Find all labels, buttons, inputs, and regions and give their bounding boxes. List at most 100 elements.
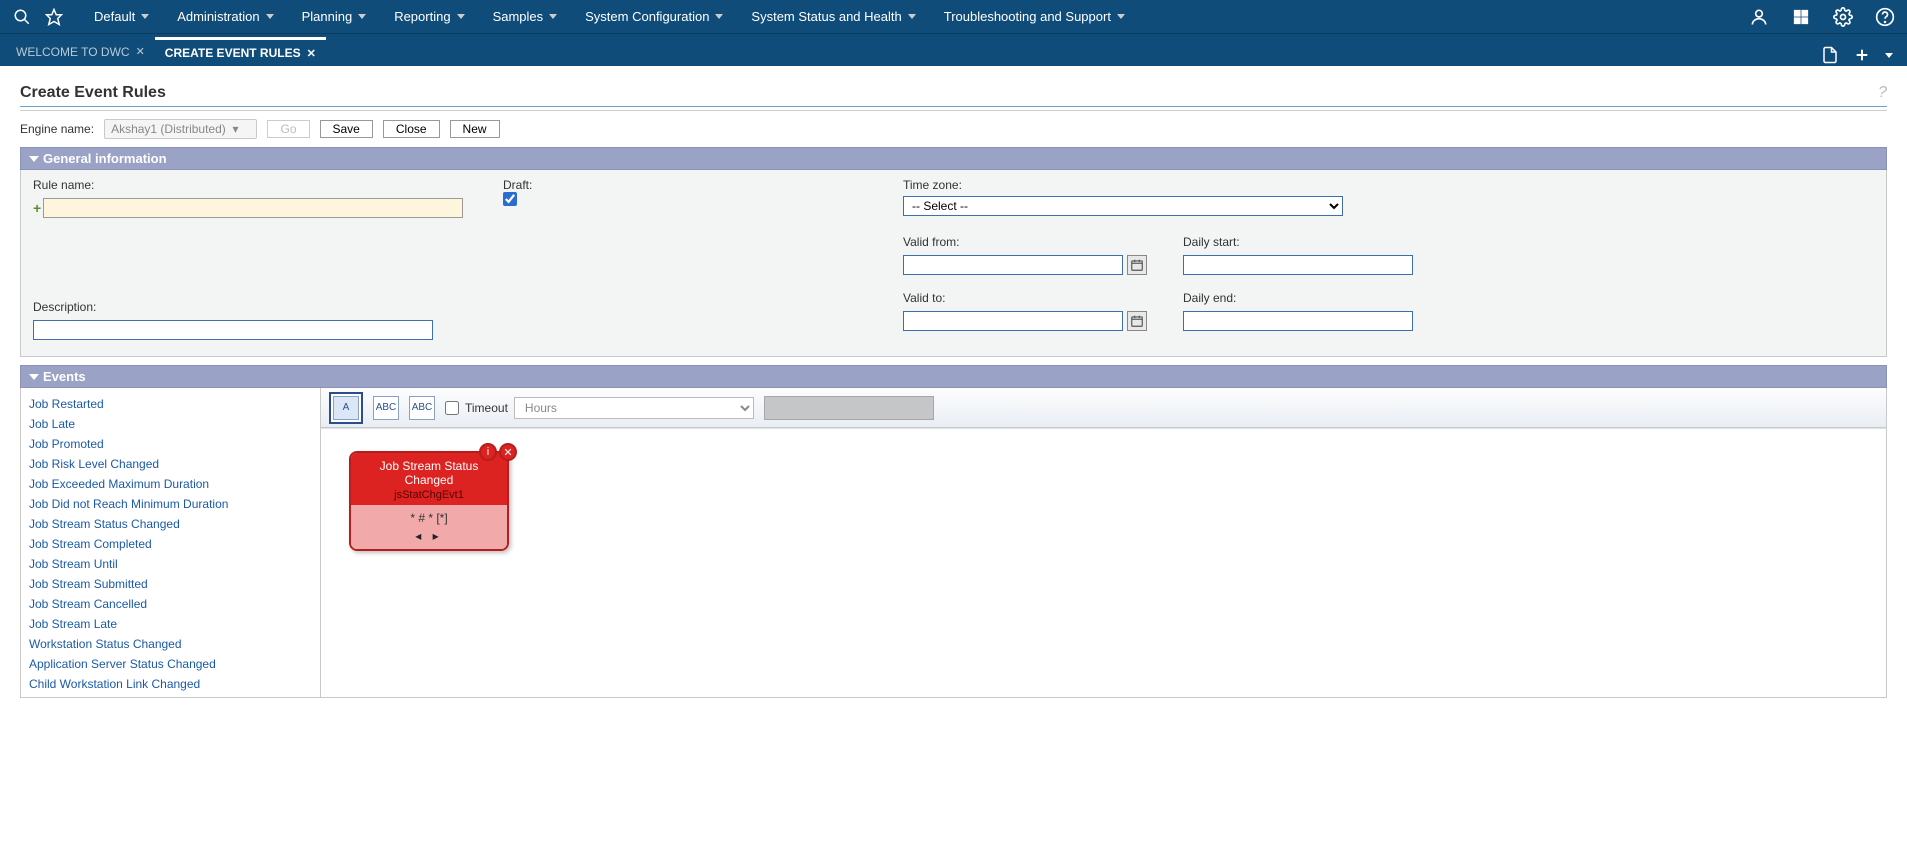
event-item[interactable]: Workstation Status Changed <box>29 634 312 654</box>
menu-default-label: Default <box>94 9 135 24</box>
event-item[interactable]: Job Promoted <box>29 434 312 454</box>
view-mode-c-button[interactable]: ABC <box>409 396 435 420</box>
valid-to-label: Valid to: <box>903 291 1153 305</box>
divider <box>20 106 1887 107</box>
chevron-down-icon <box>549 14 557 19</box>
daily-start-label: Daily start: <box>1183 235 1413 249</box>
event-item[interactable]: Child Workstation Link Changed <box>29 674 312 694</box>
info-icon[interactable]: i <box>479 443 497 461</box>
valid-from-col: Valid from: Valid to: <box>903 235 1153 331</box>
page-help-icon[interactable]: ? <box>1878 84 1887 102</box>
view-mode-b-button[interactable]: ABC <box>373 396 399 420</box>
event-item[interactable]: Job Restarted <box>29 394 312 414</box>
new-button[interactable]: New <box>450 120 500 138</box>
menu-system-status[interactable]: System Status and Health <box>741 0 925 33</box>
menu-samples-label: Samples <box>493 9 544 24</box>
event-item[interactable]: Job Exceeded Maximum Duration <box>29 474 312 494</box>
menu-samples[interactable]: Samples <box>483 0 568 33</box>
daily-end-label: Daily end: <box>1183 291 1413 305</box>
event-item[interactable]: Job Stream Late <box>29 614 312 634</box>
timeout-unit-select[interactable]: Hours <box>514 397 754 419</box>
event-item[interactable]: Job Late <box>29 414 312 434</box>
event-item[interactable]: Job Risk Level Changed <box>29 454 312 474</box>
chevron-down-icon <box>141 14 149 19</box>
canvas-disabled-button <box>764 396 934 420</box>
page-title: Create Event Rules <box>20 84 166 102</box>
required-plus-icon: + <box>33 200 41 216</box>
star-icon[interactable] <box>42 5 66 29</box>
event-item[interactable]: Job Stream Status Changed <box>29 514 312 534</box>
event-card[interactable]: i ✕ Job Stream Status Changed jsStatChgE… <box>349 451 509 551</box>
tab-welcome[interactable]: WELCOME TO DWC ✕ <box>6 37 155 66</box>
timezone-select[interactable]: -- Select -- <box>903 196 1343 216</box>
daily-col: Daily start: Daily end: <box>1183 235 1413 331</box>
canvas-toolbar: A ABC ABC Timeout Hours <box>321 388 1886 428</box>
section-general-body: Rule name: + Description: Draft: <box>20 170 1887 357</box>
twisty-icon[interactable] <box>29 156 39 162</box>
menu-system-configuration[interactable]: System Configuration <box>575 0 733 33</box>
canvas-area[interactable]: i ✕ Job Stream Status Changed jsStatChgE… <box>321 428 1886 697</box>
close-icon[interactable]: ✕ <box>136 45 145 58</box>
new-file-icon[interactable] <box>1819 44 1841 66</box>
chevron-down-icon <box>715 14 723 19</box>
general-left-column: Rule name: + Description: <box>33 178 463 340</box>
search-icon[interactable] <box>10 5 34 29</box>
plus-icon[interactable] <box>1851 44 1873 66</box>
view-mode-a-button[interactable]: A <box>333 396 359 420</box>
section-general-header[interactable]: General information <box>20 147 1887 170</box>
menu-reporting[interactable]: Reporting <box>384 0 474 33</box>
event-card-pager[interactable]: ◂ ▸ <box>355 529 503 543</box>
chevron-down-icon <box>908 14 916 19</box>
valid-to-input[interactable] <box>903 311 1123 331</box>
page-title-row: Create Event Rules ? <box>20 78 1887 106</box>
calendar-icon[interactable] <box>1127 255 1147 275</box>
main-scroll-area[interactable]: Engine name: Akshay1 (Distributed) ▾ Go … <box>20 119 1887 846</box>
engine-name-label: Engine name: <box>20 122 94 136</box>
help-icon[interactable] <box>1873 5 1897 29</box>
section-events-header[interactable]: Events <box>20 365 1887 388</box>
timeout-checkbox[interactable] <box>445 401 459 415</box>
event-item[interactable]: Application Server Status Changed <box>29 654 312 674</box>
rule-name-input[interactable] <box>43 198 463 218</box>
gear-icon[interactable] <box>1831 5 1855 29</box>
daily-end-input[interactable] <box>1183 311 1413 331</box>
description-input[interactable] <box>33 320 433 340</box>
event-item[interactable]: Job Stream Completed <box>29 534 312 554</box>
event-item[interactable]: Job Stream Cancelled <box>29 594 312 614</box>
top-menubar: Default Administration Planning Reportin… <box>0 0 1907 33</box>
events-list[interactable]: Job Restarted Job Late Job Promoted Job … <box>21 388 321 697</box>
close-button[interactable]: Close <box>383 120 440 138</box>
section-events-body: Job Restarted Job Late Job Promoted Job … <box>20 388 1887 698</box>
menu-administration[interactable]: Administration <box>167 0 283 33</box>
valid-from-input[interactable] <box>903 255 1123 275</box>
tab-create-event-rules[interactable]: CREATE EVENT RULES ✕ <box>155 37 326 66</box>
tab-strip: WELCOME TO DWC ✕ CREATE EVENT RULES ✕ <box>0 33 1907 66</box>
menu-system-status-label: System Status and Health <box>751 9 901 24</box>
timezone-row: Time zone: -- Select -- <box>903 178 1413 216</box>
rule-name-wrap: + <box>33 198 463 218</box>
menu-reporting-label: Reporting <box>394 9 450 24</box>
event-card-filter: * # * [*] <box>355 511 503 525</box>
valid-from-label: Valid from: <box>903 235 1153 249</box>
event-item[interactable]: Job Did not Reach Minimum Duration <box>29 494 312 514</box>
page-inner: Create Event Rules ? Engine name: Akshay… <box>4 78 1903 849</box>
save-button[interactable]: Save <box>320 120 373 138</box>
close-icon[interactable]: ✕ <box>499 443 517 461</box>
menu-planning[interactable]: Planning <box>292 0 377 33</box>
close-icon[interactable]: ✕ <box>307 47 316 60</box>
page: Create Event Rules ? Engine name: Akshay… <box>0 66 1907 849</box>
chevron-down-icon[interactable] <box>1885 53 1893 58</box>
user-icon[interactable] <box>1747 5 1771 29</box>
engine-select[interactable]: Akshay1 (Distributed) ▾ <box>104 119 257 139</box>
calendar-icon[interactable] <box>1127 311 1147 331</box>
event-item[interactable]: Job Stream Until <box>29 554 312 574</box>
apps-icon[interactable] <box>1789 5 1813 29</box>
daily-start-input[interactable] <box>1183 255 1413 275</box>
menu-administration-label: Administration <box>177 9 259 24</box>
draft-checkbox[interactable] <box>503 192 517 206</box>
menu-default[interactable]: Default <box>84 0 159 33</box>
event-item[interactable]: Job Stream Submitted <box>29 574 312 594</box>
menu-troubleshooting[interactable]: Troubleshooting and Support <box>934 0 1135 33</box>
engine-toolbar: Engine name: Akshay1 (Distributed) ▾ Go … <box>20 119 1887 139</box>
twisty-icon[interactable] <box>29 374 39 380</box>
